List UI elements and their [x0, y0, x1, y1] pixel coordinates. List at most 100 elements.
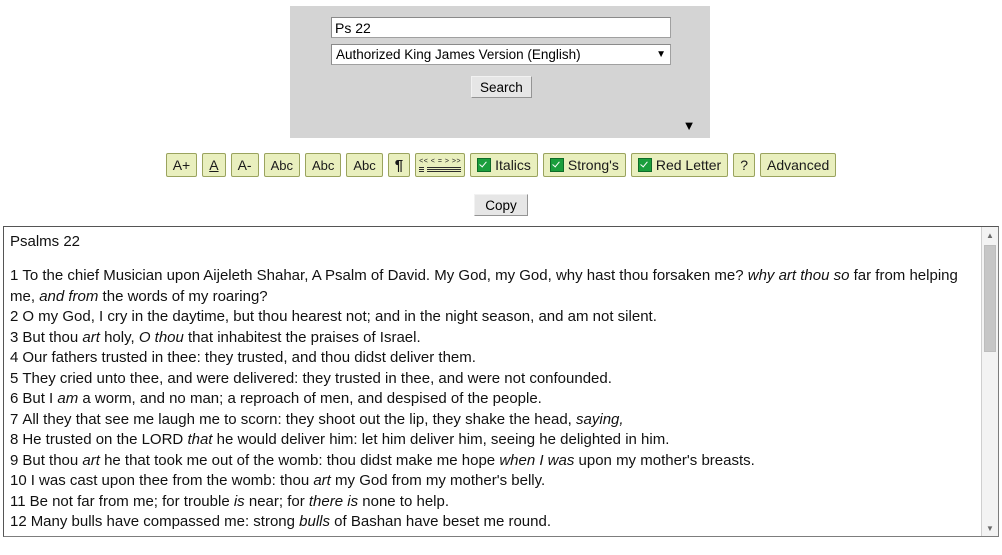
verse-text-italic: art — [82, 328, 100, 346]
verse-text: But I — [22, 390, 58, 407]
verse: 1 To the chief Musician upon Aijeleth Sha… — [10, 266, 975, 307]
verse: 6 But I am a worm, and no man; a reproach… — [10, 389, 975, 410]
verse-text: the words of my roaring? — [98, 287, 268, 305]
red-letter-toggle[interactable]: Red Letter — [630, 153, 729, 177]
font-increase-button[interactable]: A+ — [165, 153, 198, 177]
copy-button[interactable]: Copy — [474, 194, 528, 216]
verse-text: They cried unto thee, and were delivered… — [22, 369, 612, 387]
font-style-1-button-label: Abc — [270, 157, 293, 173]
font-style-3-button[interactable]: Abc — [346, 153, 383, 177]
verse-text-italic: saying, — [576, 410, 624, 428]
strongs-toggle[interactable]: Strong's — [542, 153, 626, 177]
font-decrease-button[interactable]: A- — [230, 153, 259, 177]
pilcrow-icon: ¶ — [394, 156, 404, 174]
font-decrease-button-label: A- — [237, 157, 252, 173]
verse-text: All they that see me laugh me to scorn: … — [22, 410, 577, 428]
verse-text: O my God, I cry in the daytime, but thou… — [22, 308, 657, 325]
search-input[interactable] — [331, 17, 671, 38]
verse-text: none to help. — [358, 492, 450, 510]
verse-text: Be not far from me; for trouble — [29, 492, 234, 510]
search-button[interactable]: Search — [471, 76, 532, 98]
verse-text: of Bashan have beset me round. — [330, 513, 551, 530]
font-style-3-button-label: Abc — [353, 157, 376, 173]
verse-text-italic: O thou — [138, 328, 184, 346]
verse-number: 8 — [10, 431, 19, 448]
verse-text: their mouths, — [203, 534, 298, 537]
font-style-2-button-label: Abc — [311, 157, 335, 173]
font-style-2-button[interactable]: Abc — [304, 153, 342, 177]
verse: 11 Be not far from me; for trouble is nea… — [10, 492, 975, 513]
verse-number: 6 — [10, 390, 19, 407]
verse-text-italic: art — [82, 451, 100, 469]
verse: 5 They cried unto thee, and were delivere… — [10, 369, 975, 390]
passage-scroll-area[interactable]: Psalms 22 1 To the chief Musician upon Ai… — [4, 227, 981, 536]
help-button-label: ? — [740, 157, 749, 173]
verse-text: that inhabitest the praises of Israel. — [183, 328, 421, 346]
red-letter-toggle-label: Red Letter — [655, 157, 722, 173]
font-increase-button-label: A+ — [172, 157, 191, 173]
verse: 7 All they that see me laugh me to scorn:… — [10, 410, 975, 431]
verse-text-italic: am — [57, 390, 79, 407]
italics-toggle-label: Italics — [495, 157, 531, 173]
chevron-down-icon: ▼ — [656, 48, 666, 60]
nav-arrows-icon: << < = > >> — [419, 158, 462, 165]
verse-number: 5 — [10, 369, 19, 387]
scrollbar-thumb[interactable] — [984, 245, 996, 352]
vertical-scrollbar[interactable]: ▲ ▼ — [981, 227, 998, 536]
verse-text: Many bulls have compassed me: strong — [30, 513, 300, 530]
verse-text: my God from my mother's belly. — [330, 472, 546, 489]
verse-text: he that took me out of the womb: thou di… — [99, 451, 500, 469]
bible-version-select[interactable]: Authorized King James Version (English) … — [331, 44, 671, 65]
verse-text: near; for — [244, 492, 309, 510]
verse-number: 9 — [10, 451, 19, 469]
font-style-1-button[interactable]: Abc — [263, 153, 300, 177]
verse: 2O my God, I cry in the daytime, but tho… — [10, 307, 975, 328]
strongs-toggle-label: Strong's — [567, 157, 619, 173]
verse: 4 Our fathers trusted in thee: they trust… — [10, 348, 975, 369]
verse-number: 2 — [10, 308, 19, 325]
panel-expand-icon[interactable]: ▼ — [682, 119, 696, 133]
verse-text-italic: is — [233, 492, 245, 510]
search-panel: Authorized King James Version (English) … — [290, 6, 710, 138]
advanced-button[interactable]: Advanced — [760, 153, 837, 177]
bible-version-label: Authorized King James Version (English) — [336, 47, 581, 62]
verse-number: 4 — [10, 349, 19, 366]
navigation-button[interactable]: << < = > >> — [415, 153, 466, 177]
checkbox-checked-icon — [549, 158, 564, 172]
verse-list: 1 To the chief Musician upon Aijeleth Sha… — [10, 266, 975, 536]
italics-toggle[interactable]: Italics — [470, 153, 538, 177]
verse-text: he would deliver him: let him deliver hi… — [212, 431, 670, 448]
verse-text-italic: when I was — [499, 451, 575, 469]
verse-number: 11 — [10, 492, 26, 510]
formatting-toolbar: A+ A A- Abc Abc Abc ¶ << < = > >> Italics Strong'… — [0, 153, 1002, 179]
scroll-down-arrow-icon[interactable]: ▼ — [982, 520, 998, 536]
verse-text-italic: as — [298, 534, 314, 537]
bible-reader-page: Authorized King James Version (English) … — [0, 0, 1002, 555]
paragraph-button[interactable]: ¶ — [387, 153, 411, 177]
chapter-title: Psalms 22 — [10, 233, 81, 250]
verse: 13They gaped upon me with their mouths, … — [10, 533, 975, 537]
scroll-up-arrow-icon[interactable]: ▲ — [982, 227, 998, 243]
verse-text-italic: that — [187, 431, 213, 448]
help-button[interactable]: ? — [733, 153, 756, 177]
verse-text: But thou — [22, 451, 83, 469]
copy-row: Copy — [0, 194, 1002, 216]
verse-text: He trusted on the LORD — [22, 431, 188, 448]
verse-number: 7 — [10, 410, 19, 428]
verse: 8 He trusted on the LORD that he would de… — [10, 430, 975, 451]
verse-text: holy, — [99, 328, 139, 346]
verse: 9 But thou art he that took me out of the… — [10, 451, 975, 472]
font-underline-button[interactable]: A — [202, 153, 226, 177]
verse: 12 Many bulls have compassed me: strong b… — [10, 512, 975, 533]
verse-text: To the chief Musician upon Aijeleth Shah… — [22, 267, 748, 284]
nav-lines-icon — [419, 167, 462, 172]
verse-number: 10 — [10, 472, 27, 489]
font-underline-button-label: A — [209, 157, 219, 173]
verse-number: 13 — [10, 534, 27, 537]
verse: 10 I was cast upon thee from the womb: th… — [10, 471, 975, 492]
passage-text-frame: Psalms 22 1 To the chief Musician upon Ai… — [3, 226, 999, 537]
verse-number: 3 — [10, 328, 19, 346]
verse-text-italic: why art thou so — [747, 267, 850, 284]
verse-number: 12 — [10, 513, 27, 530]
verse-text: upon my mother's breasts. — [574, 451, 755, 469]
